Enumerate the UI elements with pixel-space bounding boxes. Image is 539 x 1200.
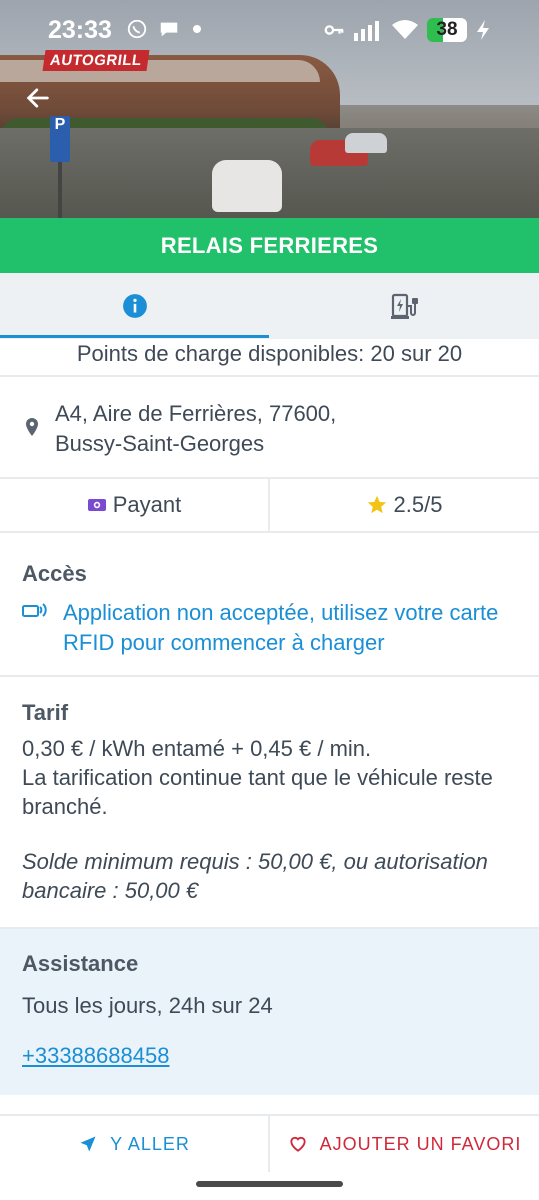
tab-info[interactable] bbox=[0, 273, 269, 339]
home-indicator[interactable] bbox=[196, 1181, 343, 1187]
heart-icon bbox=[290, 1136, 306, 1152]
address-text: A4, Aire de Ferrières, 77600, Bussy-Sain… bbox=[55, 399, 336, 459]
address-line-2: Bussy-Saint-Georges bbox=[55, 431, 265, 456]
access-message: Application non acceptée, utilisez votre… bbox=[63, 600, 499, 655]
tab-charging[interactable] bbox=[270, 273, 539, 339]
chat-icon bbox=[160, 22, 178, 37]
navigate-label: Y ALLER bbox=[110, 1133, 190, 1154]
pricing-badge: Payant bbox=[0, 479, 270, 531]
key-icon bbox=[324, 25, 344, 35]
navigate-button[interactable]: Y ALLER bbox=[0, 1116, 270, 1172]
assistance-title: Assistance bbox=[22, 951, 139, 976]
tariff-deposit-note: Solde minimum requis : 50,00 €, ou autor… bbox=[22, 849, 488, 903]
status-time: 23:33 bbox=[48, 16, 112, 44]
tariff-section: Tarif 0,30 € / kWh entamé + 0,45 € / min… bbox=[0, 677, 539, 929]
access-title: Accès bbox=[22, 561, 87, 586]
parking-sign: P bbox=[50, 116, 70, 162]
active-tab-indicator bbox=[0, 335, 269, 338]
available-points: Points de charge disponibles: 20 sur 20 bbox=[0, 339, 539, 377]
assistance-hours: Tous les jours, 24h sur 24 bbox=[22, 993, 273, 1018]
station-title: RELAIS FERRIERES bbox=[0, 218, 539, 273]
arrow-left-icon bbox=[26, 88, 49, 108]
add-favorite-button[interactable]: AJOUTER UN FAVORI bbox=[270, 1116, 539, 1172]
system-icons: 38 bbox=[323, 18, 491, 42]
tariff-rate: 0,30 € / kWh entamé + 0,45 € / min. bbox=[22, 736, 372, 761]
star-icon bbox=[367, 495, 386, 514]
address-line-1: A4, Aire de Ferrières, 77600, bbox=[55, 401, 337, 426]
battery-icon: 38 bbox=[427, 18, 467, 42]
assistance-section: Assistance Tous les jours, 24h sur 24 +3… bbox=[0, 929, 539, 1095]
photo-car-white bbox=[212, 160, 282, 212]
info-icon bbox=[122, 294, 147, 318]
address-row: A4, Aire de Ferrières, 77600, Bussy-Sain… bbox=[0, 377, 539, 479]
photo-sign-pole bbox=[58, 160, 62, 218]
add-favorite-label: AJOUTER UN FAVORI bbox=[319, 1133, 522, 1154]
tariff-continuation: La tarification continue tant que le véh… bbox=[22, 765, 493, 819]
tariff-title: Tarif bbox=[22, 700, 69, 725]
pricing-label: Payant bbox=[112, 492, 182, 517]
whatsapp-icon bbox=[127, 19, 147, 39]
notification-icons bbox=[126, 18, 204, 40]
dot-icon bbox=[193, 25, 201, 33]
status-bar: 23:33 38 bbox=[0, 0, 539, 60]
access-section: Accès Application non acceptée, utilisez… bbox=[0, 531, 539, 677]
charging-station-icon bbox=[390, 293, 418, 319]
pricing-rating-row: Payant 2.5/5 bbox=[0, 479, 539, 533]
tariff-details: 0,30 € / kWh entamé + 0,45 € / min. La t… bbox=[22, 734, 522, 821]
tab-bar bbox=[0, 273, 539, 339]
signal-icon bbox=[354, 21, 379, 41]
rating-value: 2.5/5 bbox=[393, 492, 443, 517]
navigation-arrow-icon bbox=[80, 1136, 96, 1152]
location-pin-icon bbox=[26, 418, 38, 436]
charging-icon bbox=[477, 20, 489, 40]
wifi-icon bbox=[392, 20, 418, 39]
back-button[interactable] bbox=[24, 84, 56, 114]
money-icon bbox=[87, 499, 106, 511]
rfid-card-icon bbox=[22, 603, 47, 617]
rating-badge[interactable]: 2.5/5 bbox=[270, 479, 538, 531]
assistance-phone-link[interactable]: +33388688458 bbox=[22, 1043, 169, 1069]
action-bar: Y ALLER AJOUTER UN FAVORI bbox=[0, 1114, 539, 1172]
photo-car-grey bbox=[345, 133, 387, 153]
